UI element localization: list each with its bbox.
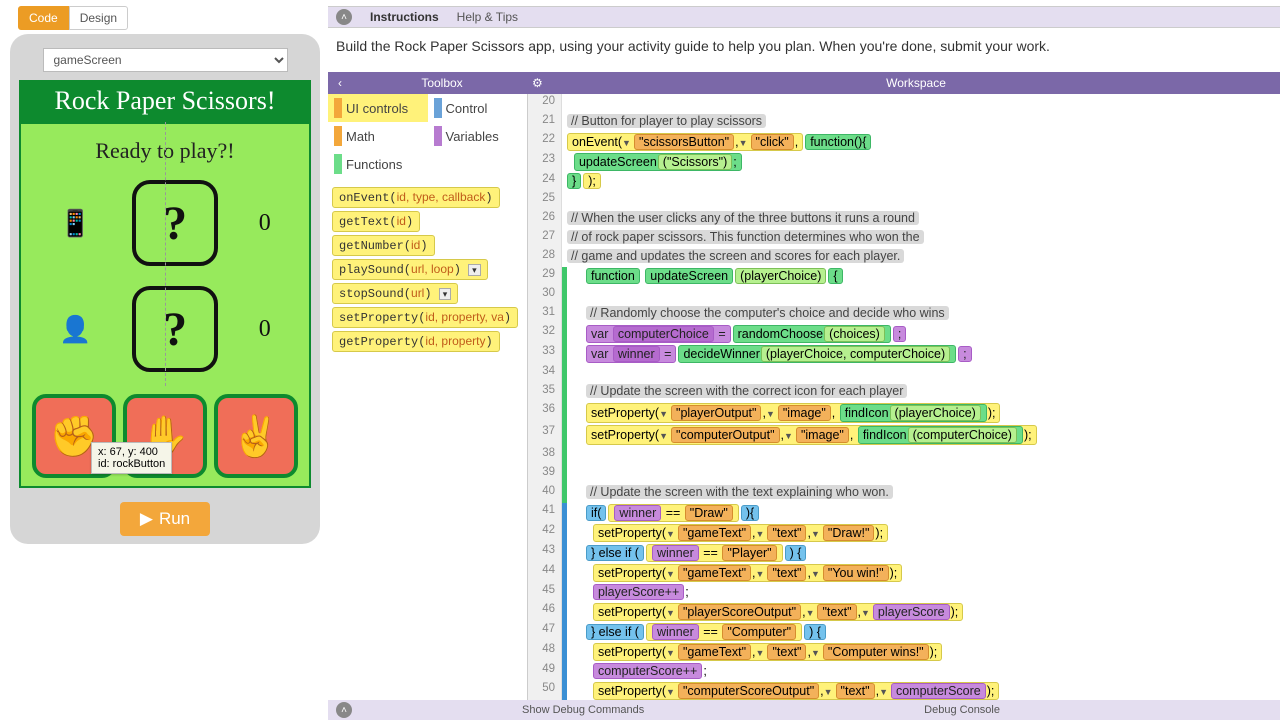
- instructions-text: Build the Rock Paper Scissors app, using…: [328, 30, 1280, 68]
- code-line-38[interactable]: 38: [528, 446, 1280, 465]
- bottom-bar: ˄ Show Debug Commands Debug Console: [328, 700, 1280, 720]
- code-line-47[interactable]: 47} else if (winner == "Computer") {: [528, 622, 1280, 642]
- cmd-setProperty[interactable]: setProperty(id, property, va): [332, 307, 518, 328]
- computer-score: 0: [259, 210, 271, 237]
- code-line-27[interactable]: 27// of rock paper scissors. This functi…: [528, 229, 1280, 248]
- player-score: 0: [259, 316, 271, 343]
- code-line-28[interactable]: 28// game and updates the screen and sco…: [528, 248, 1280, 267]
- code-line-42[interactable]: 42 setProperty(▼"gameText",▼"text",▼"Dra…: [528, 523, 1280, 543]
- show-debug-label[interactable]: Show Debug Commands: [522, 704, 644, 716]
- code-line-33[interactable]: 33var winner = decideWinner(playerChoice…: [528, 344, 1280, 364]
- code-line-40[interactable]: 40// Update the screen with the text exp…: [528, 484, 1280, 503]
- category-ui-controls[interactable]: UI controls: [328, 94, 428, 122]
- code-line-22[interactable]: 22onEvent(▼"scissorsButton",▼"click", fu…: [528, 132, 1280, 152]
- design-tab[interactable]: Design: [69, 6, 128, 30]
- code-line-45[interactable]: 45 playerScore++;: [528, 583, 1280, 602]
- code-line-32[interactable]: 32var computerChoice = randomChoose(choi…: [528, 324, 1280, 344]
- cmd-getText[interactable]: getText(id): [332, 211, 420, 232]
- code-line-31[interactable]: 31// Randomly choose the computer's choi…: [528, 305, 1280, 324]
- scissors-button[interactable]: ✌: [214, 394, 298, 478]
- phone-icon: 📱: [59, 208, 91, 239]
- app-title: Rock Paper Scissors!: [21, 82, 309, 124]
- code-line-49[interactable]: 49 computerScore++;: [528, 662, 1280, 681]
- center-guide: [165, 122, 166, 386]
- category-math[interactable]: Math: [328, 122, 428, 150]
- screen-select[interactable]: gameScreen: [43, 48, 288, 72]
- code-line-37[interactable]: 37setProperty(▼"computerOutput",▼"image"…: [528, 424, 1280, 446]
- cmd-stopSound[interactable]: stopSound(url) ▾: [332, 283, 458, 304]
- run-button[interactable]: ▶ Run: [120, 502, 210, 536]
- toolbox-collapse-icon[interactable]: ‹: [328, 76, 352, 90]
- code-line-23[interactable]: 23 updateScreen("Scissors");: [528, 152, 1280, 172]
- app-preview-panel: gameScreen Rock Paper Scissors! Ready to…: [10, 34, 320, 544]
- code-line-36[interactable]: 36setProperty(▼"playerOutput",▼"image", …: [528, 402, 1280, 424]
- toolbox-label: Toolbox: [352, 76, 532, 90]
- code-line-34[interactable]: 34: [528, 364, 1280, 383]
- code-line-21[interactable]: 21// Button for player to play scissors: [528, 113, 1280, 132]
- cmd-getNumber[interactable]: getNumber(id): [332, 235, 435, 256]
- code-line-20[interactable]: 20: [528, 94, 1280, 113]
- workspace-header: ‹ Toolbox ⚙ Workspace: [328, 72, 1280, 94]
- debug-console-label[interactable]: Debug Console: [924, 704, 1000, 716]
- debug-collapse-icon[interactable]: ˄: [336, 702, 352, 718]
- code-line-26[interactable]: 26// When the user clicks any of the thr…: [528, 210, 1280, 229]
- help-tips-tab[interactable]: Help & Tips: [457, 10, 518, 24]
- player-output: ?: [132, 286, 218, 372]
- app-screen: Rock Paper Scissors! Ready to play?! 📱 ?…: [19, 80, 311, 488]
- collapse-icon[interactable]: ˄: [336, 9, 352, 25]
- code-line-25[interactable]: 25: [528, 191, 1280, 210]
- workspace-label: Workspace: [552, 76, 1280, 90]
- computer-output: ?: [132, 180, 218, 266]
- code-line-44[interactable]: 44 setProperty(▼"gameText",▼"text",▼"You…: [528, 563, 1280, 583]
- code-line-35[interactable]: 35// Update the screen with the correct …: [528, 383, 1280, 402]
- category-functions[interactable]: Functions: [328, 150, 428, 178]
- cmd-onEvent[interactable]: onEvent(id, type, callback): [332, 187, 500, 208]
- code-line-29[interactable]: 29function updateScreen(playerChoice){: [528, 267, 1280, 286]
- code-workspace[interactable]: 2021// Button for player to play scissor…: [528, 94, 1280, 700]
- instructions-tab[interactable]: Instructions: [370, 10, 439, 24]
- gear-icon[interactable]: ⚙: [532, 76, 552, 90]
- code-line-46[interactable]: 46 setProperty(▼"playerScoreOutput",▼"te…: [528, 602, 1280, 622]
- code-line-48[interactable]: 48 setProperty(▼"gameText",▼"text",▼"Com…: [528, 642, 1280, 662]
- hover-tooltip: x: 67, y: 400 id: rockButton: [91, 442, 172, 474]
- cmd-playSound[interactable]: playSound(url, loop) ▾: [332, 259, 488, 280]
- instructions-bar: ˄ Instructions Help & Tips: [328, 6, 1280, 28]
- code-line-41[interactable]: 41if(winner == "Draw"){: [528, 503, 1280, 523]
- code-line-24[interactable]: 24});: [528, 172, 1280, 191]
- category-control[interactable]: Control: [428, 94, 528, 122]
- code-line-30[interactable]: 30: [528, 286, 1280, 305]
- code-line-43[interactable]: 43} else if (winner == "Player") {: [528, 543, 1280, 563]
- person-icon: 👤: [59, 314, 91, 345]
- cmd-getProperty[interactable]: getProperty(id, property): [332, 331, 500, 352]
- toolbox-panel: UI controlsControlMathVariablesFunctions…: [328, 94, 528, 700]
- code-line-50[interactable]: 50 setProperty(▼"computerScoreOutput",▼"…: [528, 681, 1280, 700]
- category-variables[interactable]: Variables: [428, 122, 528, 150]
- play-icon: ▶: [140, 509, 153, 529]
- code-tab[interactable]: Code: [18, 6, 69, 30]
- code-line-39[interactable]: 39: [528, 465, 1280, 484]
